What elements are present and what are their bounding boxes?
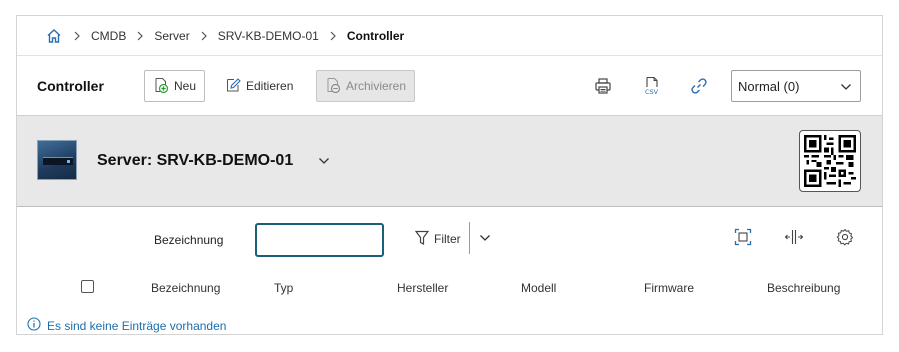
view-select[interactable]: Normal (0) — [731, 70, 861, 102]
breadcrumb-item-controller: Controller — [346, 28, 405, 43]
main-panel: CMDB Server SRV-KB-DEMO-01 Controller Co… — [16, 15, 883, 335]
breadcrumb: CMDB Server SRV-KB-DEMO-01 Controller — [17, 16, 882, 56]
column-header-hersteller[interactable]: Hersteller — [397, 281, 448, 295]
link-icon[interactable] — [686, 73, 712, 99]
breadcrumb-item-cmdb[interactable]: CMDB — [91, 29, 126, 43]
edit-button-label: Editieren — [246, 79, 294, 93]
csv-icon[interactable]: CSV — [639, 73, 665, 99]
fullscreen-icon[interactable] — [730, 224, 756, 250]
column-header-bezeichnung[interactable]: Bezeichnung — [151, 281, 220, 295]
view-select-value: Normal (0) — [738, 78, 800, 94]
filter-icon — [414, 230, 430, 249]
chevron-down-icon[interactable] — [315, 152, 333, 170]
filter-input[interactable] — [255, 223, 384, 257]
archive-icon — [325, 77, 341, 96]
qr-code-icon[interactable] — [799, 130, 861, 192]
gear-icon[interactable] — [832, 224, 858, 250]
empty-state-message: Es sind keine Einträge vorhanden — [47, 318, 227, 333]
svg-text:CSV: CSV — [645, 88, 659, 96]
edit-button[interactable]: Editieren — [217, 70, 301, 102]
info-icon — [27, 317, 41, 334]
add-icon — [153, 77, 169, 96]
column-header-firmware[interactable]: Firmware — [644, 281, 694, 295]
chevron-right-icon — [126, 31, 154, 41]
page-title: Controller — [37, 78, 104, 94]
toolbar: Controller Neu Editieren Archivieren CSV — [17, 56, 882, 116]
select-all-checkbox[interactable] — [81, 280, 94, 293]
edit-icon — [225, 77, 241, 96]
chevron-down-icon — [840, 79, 852, 94]
chevron-right-icon — [190, 31, 218, 41]
home-icon[interactable] — [45, 27, 63, 45]
archive-button[interactable]: Archivieren — [316, 70, 416, 102]
divider — [469, 222, 470, 254]
chevron-right-icon — [63, 31, 91, 41]
breadcrumb-item-server[interactable]: Server — [154, 29, 189, 43]
column-resize-icon[interactable] — [781, 224, 807, 250]
column-header-beschreibung[interactable]: Beschreibung — [767, 281, 840, 295]
empty-state: Es sind keine Einträge vorhanden — [27, 317, 226, 334]
new-button[interactable]: Neu — [144, 70, 206, 102]
archive-button-label: Archivieren — [346, 79, 407, 93]
object-header: Server: SRV-KB-DEMO-01 — [17, 116, 882, 207]
print-icon[interactable] — [590, 73, 616, 99]
table-header: Bezeichnung Typ Hersteller Modell Firmwa… — [17, 278, 882, 298]
breadcrumb-item-srv-kb-demo-01[interactable]: SRV-KB-DEMO-01 — [218, 29, 319, 43]
filter-button[interactable]: Filter — [414, 228, 461, 250]
filter-button-label: Filter — [434, 232, 461, 246]
new-button-label: Neu — [174, 79, 197, 93]
column-header-typ[interactable]: Typ — [274, 281, 293, 295]
chevron-right-icon — [319, 31, 347, 41]
server-image — [37, 140, 77, 180]
column-header-modell[interactable]: Modell — [521, 281, 556, 295]
chevron-down-icon[interactable] — [476, 229, 494, 247]
filter-label: Bezeichnung — [154, 233, 224, 247]
object-title: Server: SRV-KB-DEMO-01 — [97, 152, 294, 169]
